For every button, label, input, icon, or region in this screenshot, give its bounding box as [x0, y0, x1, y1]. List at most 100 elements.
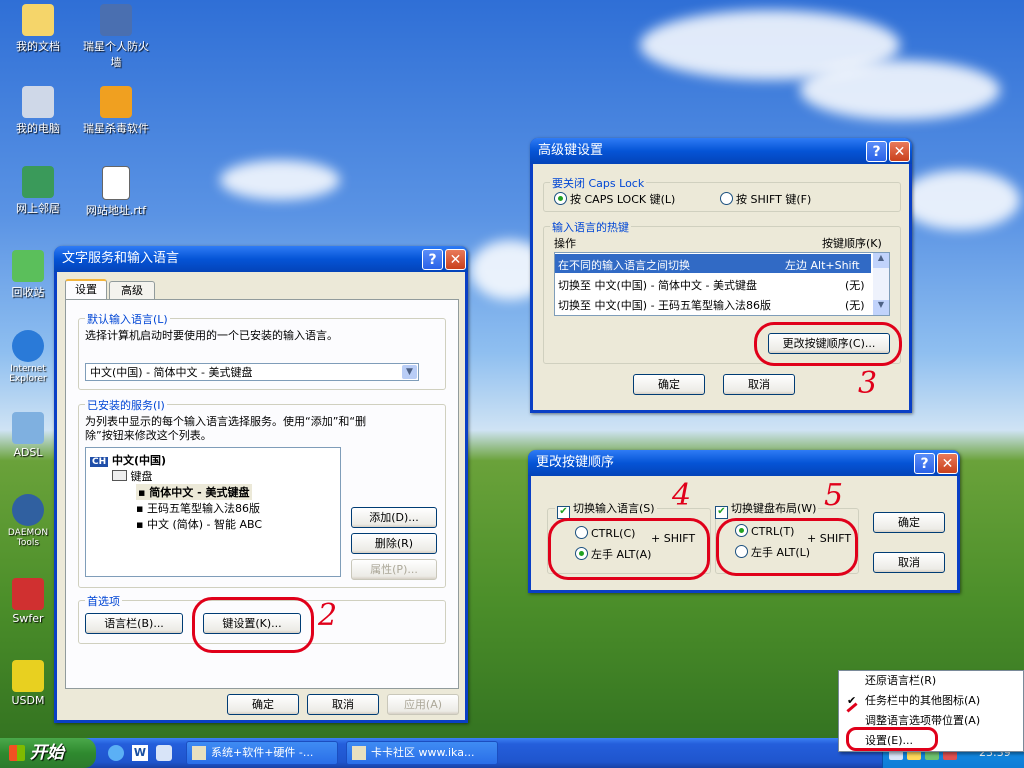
window-icon	[192, 746, 206, 760]
apply-button[interactable]: 应用(A)	[387, 694, 459, 715]
tree-item[interactable]: ▪ 中文 (简体) - 智能 ABC	[136, 516, 262, 532]
switch-language-checkbox[interactable]: ✔ 切换输入语言(S)	[555, 500, 657, 519]
group-title: 首选项	[85, 593, 122, 609]
scroll-down-icon[interactable]: ▼	[873, 300, 889, 315]
capslock-key-radio[interactable]: 按 CAPS LOCK 键(L)	[554, 191, 675, 207]
installed-services-group: 已安装的服务(I) 为列表中显示的每个输入语言选择服务。使用“添加”和“删 除”…	[78, 397, 446, 588]
desktop-icon-usdm[interactable]: USDM	[2, 660, 54, 707]
annotation-number: 2	[318, 598, 338, 633]
cloud	[800, 60, 1000, 120]
annotation-oval	[754, 322, 902, 366]
close-button[interactable]: ✕	[937, 453, 958, 474]
cancel-button[interactable]: 取消	[873, 552, 945, 573]
keyboard-icon	[112, 470, 127, 481]
group-title: 默认输入语言(L)	[85, 311, 170, 327]
task-label: 卡卡社区 www.ika...	[371, 746, 475, 759]
menu-item-label: 任务栏中的其他图标(A)	[865, 694, 981, 707]
icon-label: Swfer	[12, 612, 44, 625]
desktop-icon-network[interactable]: 网上邻居	[2, 166, 74, 216]
tree-language[interactable]: CH 中文(中国)	[90, 452, 166, 468]
network-icon	[22, 166, 54, 198]
annotation-number: 4	[672, 478, 692, 513]
services-tree[interactable]: CH 中文(中国) 键盘 ▪ 简体中文 - 美式键盘 ▪ 王码五笔型输入法86版…	[85, 447, 341, 577]
menu-item-label: 还原语言栏(R)	[865, 674, 937, 687]
desktop-icon-firewall[interactable]: 瑞星个人防火墙	[80, 4, 152, 70]
start-button[interactable]: 开始	[0, 738, 96, 768]
default-language-select[interactable]: 中文(中国) - 简体中文 - 美式键盘 ▼	[85, 363, 419, 381]
properties-button[interactable]: 属性(P)...	[351, 559, 437, 580]
chevron-down-icon[interactable]: ▼	[402, 365, 417, 379]
language-bar-button[interactable]: 语言栏(B)...	[85, 613, 183, 634]
tab-advanced[interactable]: 高级	[109, 281, 155, 300]
menu-item-other-icons[interactable]: ✔ 任务栏中的其他图标(A)	[839, 691, 1023, 711]
window-icon	[352, 746, 366, 760]
cancel-button[interactable]: 取消	[307, 694, 379, 715]
icon-label: 我的文档	[16, 40, 60, 53]
desktop-icon-my-computer[interactable]: 我的电脑	[2, 86, 74, 136]
taskbar-item[interactable]: 系统+软件+硬件 -...	[186, 741, 338, 765]
desktop-icon-daemon[interactable]: DAEMON Tools	[2, 494, 54, 548]
document-icon	[102, 166, 130, 200]
hotkey-list[interactable]: 在不同的输入语言之间切换 左边 Alt+Shift 切换至 中文(中国) - 简…	[554, 252, 890, 316]
usdm-icon	[12, 660, 44, 692]
tree-item[interactable]: ▪ 王码五笔型输入法86版	[136, 500, 260, 516]
desktop-icon-adsl[interactable]: ADSL	[2, 412, 54, 459]
tree-item[interactable]: ▪ 简体中文 - 美式键盘	[136, 484, 252, 500]
checkbox-checked-icon: ✔	[715, 506, 728, 519]
desktop-icon-recycle-bin[interactable]: 回收站	[2, 250, 54, 300]
cancel-button[interactable]: 取消	[723, 374, 795, 395]
close-button[interactable]: ✕	[889, 141, 910, 162]
help-button[interactable]: ?	[422, 249, 443, 270]
tree-keyboard[interactable]: 键盘	[112, 468, 153, 484]
desktop-icon-antivirus[interactable]: 瑞星杀毒软件	[80, 86, 152, 136]
cloud	[220, 160, 340, 200]
desktop-icon-ie[interactable]: Internet Explorer	[2, 330, 54, 384]
table-row[interactable]: 切换至 中文(中国) - 王码五笔型输入法86版 (无)	[555, 294, 871, 313]
menu-item-restore-language-bar[interactable]: 还原语言栏(R)	[839, 671, 1023, 691]
add-button[interactable]: 添加(D)...	[351, 507, 437, 528]
help-button[interactable]: ?	[866, 141, 887, 162]
close-button[interactable]: ✕	[445, 249, 466, 270]
start-label: 开始	[30, 743, 64, 763]
title-bar[interactable]: 高级键设置	[530, 138, 912, 164]
tab-settings[interactable]: 设置	[65, 279, 107, 301]
language-badge-icon: CH	[90, 457, 109, 467]
annotation-oval	[192, 597, 314, 653]
switch-layout-checkbox[interactable]: ✔ 切换键盘布局(W)	[713, 500, 819, 519]
ok-button[interactable]: 确定	[873, 512, 945, 533]
icon-label: USDM	[11, 694, 45, 707]
desktop-icon-website-rtf[interactable]: 网站地址.rtf	[80, 166, 152, 218]
checkbox-label: 切换键盘布局(W)	[731, 502, 817, 515]
icon-label: DAEMON Tools	[7, 528, 49, 548]
help-button[interactable]: ?	[914, 453, 935, 474]
scrollbar[interactable]: ▲ ▼	[873, 253, 889, 315]
title-bar[interactable]: 更改按键顺序	[528, 450, 960, 476]
description-text: 除”按钮来修改这个列表。	[85, 429, 212, 442]
tree-item-label: 王码五笔型输入法86版	[146, 502, 260, 515]
app-icon[interactable]	[156, 745, 172, 761]
icon-label: Internet Explorer	[9, 364, 47, 384]
ok-button[interactable]: 确定	[633, 374, 705, 395]
icon-label: 瑞星个人防火墙	[83, 40, 149, 69]
ie-icon	[12, 330, 44, 362]
window-title: 高级键设置	[538, 143, 604, 158]
icon-label: 网上邻居	[16, 202, 60, 215]
menu-item-label: 调整语言选项带位置(A)	[865, 714, 981, 727]
desktop-icon-my-documents[interactable]: 我的文档	[2, 4, 74, 54]
scroll-up-icon[interactable]: ▲	[873, 253, 889, 268]
table-row[interactable]: 切换至 中文(中国) - 简体中文 - 美式键盘 (无)	[555, 274, 871, 293]
title-bar[interactable]: 文字服务和输入语言	[54, 246, 468, 272]
taskbar-item[interactable]: 卡卡社区 www.ika...	[346, 741, 498, 765]
word-icon[interactable]: W	[132, 745, 148, 761]
desktop-icon-swfer[interactable]: Swfer	[2, 578, 54, 625]
ie-icon[interactable]	[108, 745, 124, 761]
shift-key-radio[interactable]: 按 SHIFT 键(F)	[720, 191, 811, 207]
swfer-icon	[12, 578, 44, 610]
table-row[interactable]: 在不同的输入语言之间切换 左边 Alt+Shift	[555, 254, 871, 273]
ok-button[interactable]: 确定	[227, 694, 299, 715]
remove-button[interactable]: 删除(R)	[351, 533, 437, 554]
radio-icon	[720, 192, 733, 205]
task-label: 系统+软件+硬件 -...	[211, 746, 314, 759]
tab-label: 高级	[121, 284, 143, 297]
daemon-icon	[12, 494, 44, 526]
